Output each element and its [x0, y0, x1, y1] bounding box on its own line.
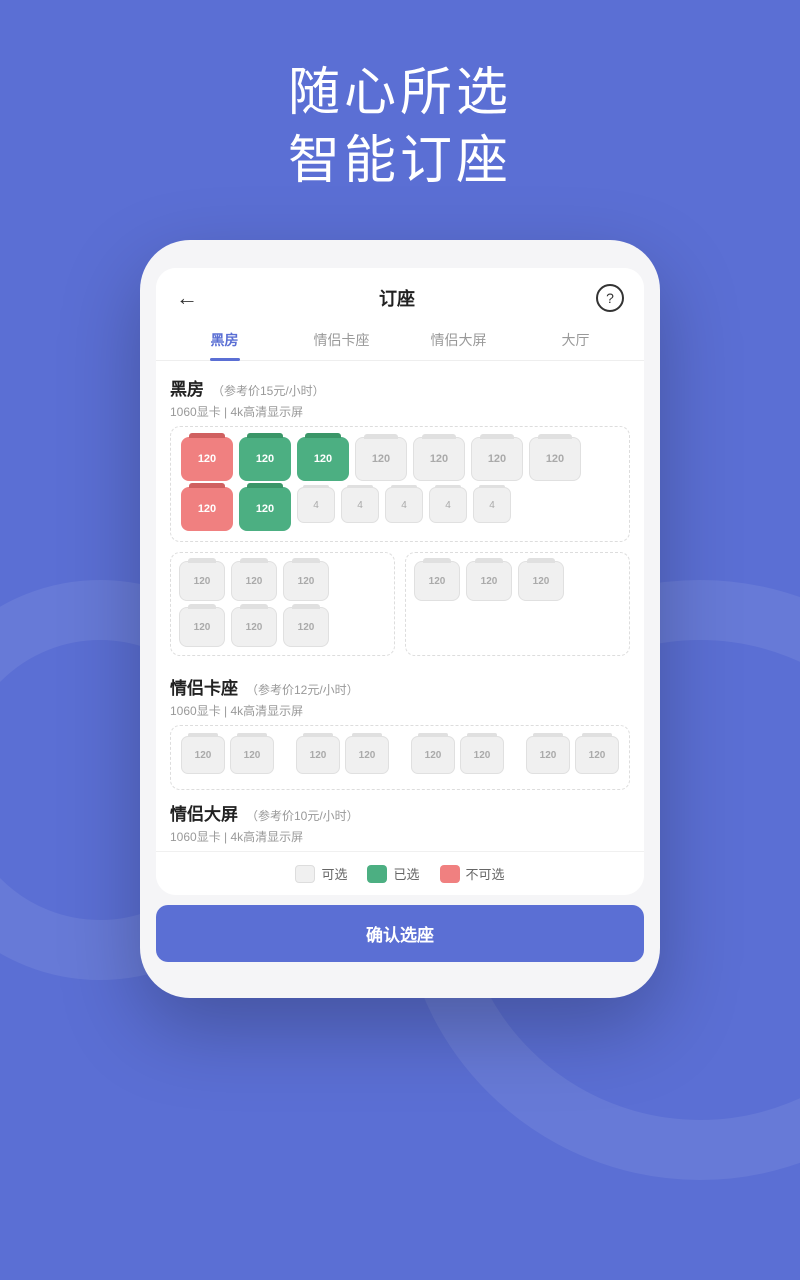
scroll-content: 黑房 （参考价15元/小时） 1060显卡 | 4k高清显示屏 120 120 …: [156, 361, 644, 851]
phone-notch: [340, 240, 460, 268]
seat-1-7[interactable]: 120: [529, 437, 581, 481]
legend-unavailable-label: 不可选: [466, 864, 505, 883]
tab-bar: 黑房 情侣卡座 情侣大屏 大厅: [156, 320, 644, 361]
couple-seat-5[interactable]: 120: [411, 736, 455, 774]
private-seat-9[interactable]: 120: [518, 561, 564, 601]
help-button[interactable]: ?: [596, 284, 624, 312]
private-seat-7[interactable]: 120: [414, 561, 460, 601]
app-content: ← 订座 ? 黑房 情侣卡座 情侣大屏 大厅 黑房 （参考价15元/小时） 10…: [156, 268, 644, 895]
legend-selected: 已选: [367, 864, 419, 883]
private-row-3: 120 120 120: [414, 561, 621, 601]
seat-1-3[interactable]: 120: [297, 437, 349, 481]
seat-row-1: 120 120 120 120 120 120 120: [181, 437, 619, 481]
seat-2-7[interactable]: 4: [473, 487, 511, 523]
seat-2-3[interactable]: 4: [297, 487, 335, 523]
private-seat-3[interactable]: 120: [283, 561, 329, 601]
header-line2: 智能订座: [288, 132, 512, 190]
confirm-button[interactable]: 确认选座: [156, 905, 644, 962]
heifang-private-rooms: 120 120 120 120 120 120 120 120 120: [170, 552, 630, 666]
tab-couple-card[interactable]: 情侣卡座: [283, 320, 400, 360]
tab-heifang[interactable]: 黑房: [166, 320, 283, 360]
couple-seat-4[interactable]: 120: [345, 736, 389, 774]
couple-seat-3[interactable]: 120: [296, 736, 340, 774]
legend-available-box: [295, 865, 315, 883]
couple-card-subtitle: 1060显卡 | 4k高清显示屏: [170, 702, 630, 719]
legend-unavailable: 不可选: [440, 864, 505, 883]
header-line1: 随心所选: [288, 64, 512, 122]
private-seat-5[interactable]: 120: [231, 607, 277, 647]
couple-seat-6[interactable]: 120: [460, 736, 504, 774]
legend-available-label: 可选: [321, 864, 347, 883]
heifang-price: （参考价15元/小时）: [212, 382, 325, 399]
couple-big-price: （参考价10元/小时）: [246, 807, 359, 824]
back-button[interactable]: ←: [176, 285, 198, 311]
section-heifang-header: 黑房 （参考价15元/小时） 1060显卡 | 4k高清显示屏: [170, 375, 630, 420]
seat-1-5[interactable]: 120: [413, 437, 465, 481]
seat-2-6[interactable]: 4: [429, 487, 467, 523]
private-col-right: 120 120 120: [405, 552, 630, 656]
couple-big-title: 情侣大屏: [170, 800, 238, 825]
private-seat-1[interactable]: 120: [179, 561, 225, 601]
private-seat-8[interactable]: 120: [466, 561, 512, 601]
seat-1-2[interactable]: 120: [239, 437, 291, 481]
seat-2-5[interactable]: 4: [385, 487, 423, 523]
couple-seat-8[interactable]: 120: [575, 736, 619, 774]
couple-big-subtitle: 1060显卡 | 4k高清显示屏: [170, 828, 630, 845]
seat-1-1[interactable]: 120: [181, 437, 233, 481]
private-col-left: 120 120 120 120 120 120: [170, 552, 395, 656]
seat-2-4[interactable]: 4: [341, 487, 379, 523]
couple-seat-2[interactable]: 120: [230, 736, 274, 774]
seat-2-2[interactable]: 120: [239, 487, 291, 531]
private-row-1: 120 120 120: [179, 561, 386, 601]
private-seat-6[interactable]: 120: [283, 607, 329, 647]
couple-seat-1[interactable]: 120: [181, 736, 225, 774]
seat-1-4[interactable]: 120: [355, 437, 407, 481]
legend-selected-label: 已选: [393, 864, 419, 883]
legend-available: 可选: [295, 864, 347, 883]
legend-unavailable-box: [440, 865, 460, 883]
tab-hall[interactable]: 大厅: [517, 320, 634, 360]
couple-card-title: 情侣卡座: [170, 674, 238, 699]
heifang-seat-grid: 120 120 120 120 120 120 120 120 120 4 4 …: [170, 426, 630, 542]
section-couple-card-header: 情侣卡座 （参考价12元/小时） 1060显卡 | 4k高清显示屏: [170, 674, 630, 719]
private-seat-2[interactable]: 120: [231, 561, 277, 601]
private-seat-4[interactable]: 120: [179, 607, 225, 647]
seat-row-2: 120 120 4 4 4 4 4: [181, 487, 619, 531]
legend-selected-box: [367, 865, 387, 883]
section-couple-big-header: 情侣大屏 （参考价10元/小时） 1060显卡 | 4k高清显示屏: [170, 800, 630, 845]
nav-title: 订座: [379, 285, 415, 311]
seat-1-6[interactable]: 120: [471, 437, 523, 481]
couple-card-seats: 120 120 120 120 120 120 120 120: [170, 725, 630, 790]
page-header: 随心所选 智能订座: [0, 0, 800, 235]
private-row-2: 120 120 120: [179, 607, 386, 647]
couple-card-price: （参考价12元/小时）: [246, 681, 359, 698]
heifang-subtitle: 1060显卡 | 4k高清显示屏: [170, 403, 630, 420]
heifang-title: 黑房: [170, 375, 204, 400]
nav-bar: ← 订座 ?: [156, 268, 644, 320]
seat-2-1[interactable]: 120: [181, 487, 233, 531]
couple-seat-7[interactable]: 120: [526, 736, 570, 774]
legend-bar: 可选 已选 不可选: [156, 851, 644, 895]
couple-row-1: 120 120 120 120 120 120 120 120: [181, 736, 619, 774]
tab-couple-big[interactable]: 情侣大屏: [400, 320, 517, 360]
phone-mockup: ← 订座 ? 黑房 情侣卡座 情侣大屏 大厅 黑房 （参考价15元/小时） 10…: [140, 240, 660, 998]
